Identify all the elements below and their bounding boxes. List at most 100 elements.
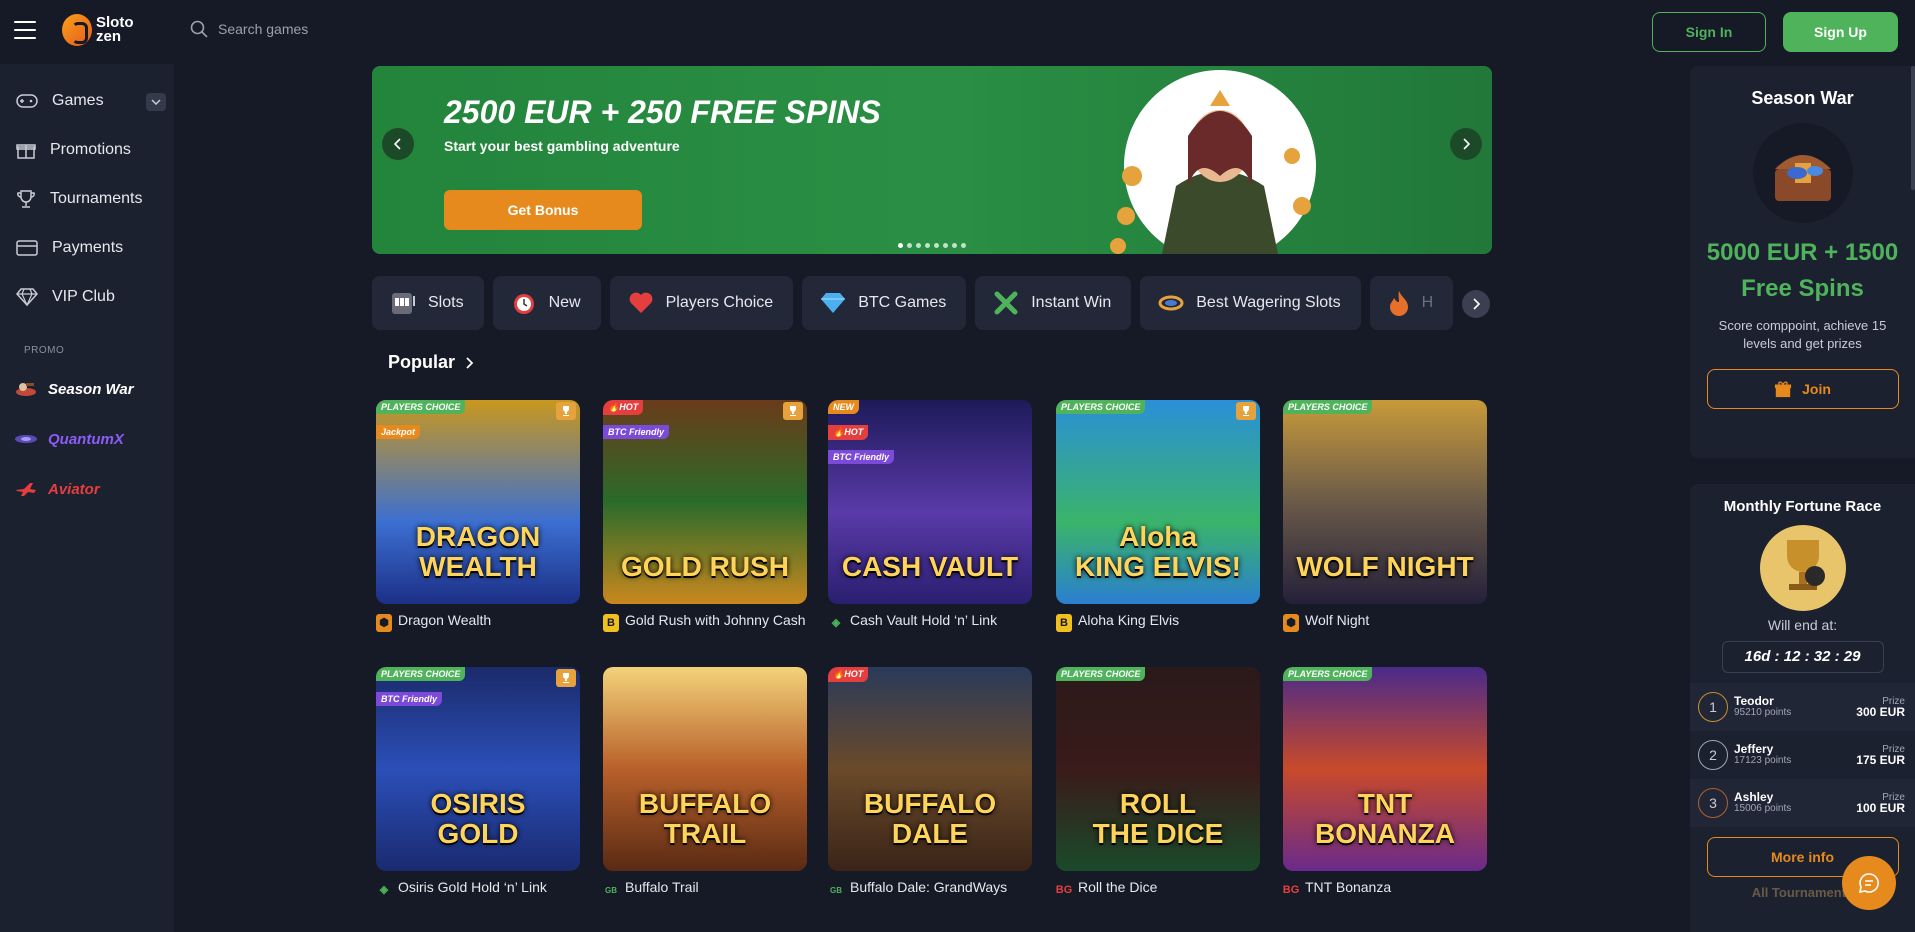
- game-card[interactable]: CASH VAULT NEW 🔥HOT BTC Friendly ◈ Cash Vault…: [828, 400, 1032, 632]
- game-thumbnail[interactable]: WOLF NIGHT PLAYERS CHOICE: [1283, 400, 1487, 604]
- provider-logo-icon: BG: [1282, 883, 1300, 896]
- provider-logo-icon: ◈: [379, 883, 389, 896]
- game-name: Buffalo Trail: [625, 879, 699, 895]
- sidebar-item-tournaments[interactable]: Tournaments: [0, 174, 174, 223]
- carousel-dots[interactable]: [898, 243, 966, 248]
- heart-icon: [629, 292, 652, 313]
- game-thumbnail[interactable]: Aloha KING ELVIS! PLAYERS CHOICE: [1056, 400, 1260, 604]
- slot-machine-icon: [392, 293, 415, 314]
- popular-section-title[interactable]: Popular: [388, 352, 474, 373]
- game-card[interactable]: BUFFALO TRAIL GB Buffalo Trail: [603, 667, 807, 899]
- game-name: Dragon Wealth: [398, 612, 492, 628]
- carousel-dot[interactable]: [961, 243, 966, 248]
- game-thumbnail[interactable]: TNT BONANZA PLAYERS CHOICE: [1283, 667, 1487, 871]
- game-card[interactable]: ROLL THE DICE PLAYERS CHOICE BG Roll the Di…: [1056, 667, 1260, 899]
- carousel-dot[interactable]: [925, 243, 930, 248]
- season-war-panel: Season War 5000 EUR + 1500 Free Spins Sc…: [1690, 66, 1915, 458]
- promo-section-label: PROMO: [24, 345, 65, 356]
- category-slots[interactable]: Slots: [372, 276, 484, 330]
- category-hot[interactable]: H: [1369, 276, 1454, 330]
- game-badge: PLAYERS CHOICE: [1056, 400, 1146, 414]
- chest-icon: [1774, 155, 1831, 201]
- provider-logo-icon: GB: [830, 885, 842, 895]
- search-bar: [190, 20, 518, 38]
- carousel-dot[interactable]: [952, 243, 957, 248]
- game-thumbnail-art: BUFFALO TRAIL: [638, 788, 772, 849]
- game-card[interactable]: OSIRIS GOLD PLAYERS CHOICE BTC Friendly ◈ Os…: [376, 667, 580, 899]
- game-thumbnail[interactable]: BUFFALO TRAIL: [603, 667, 807, 871]
- category-new[interactable]: New: [492, 276, 601, 330]
- banner-next-arrow[interactable]: [1450, 128, 1482, 160]
- category-btc-games[interactable]: BTC Games: [802, 276, 967, 330]
- game-card[interactable]: TNT BONANZA PLAYERS CHOICE BG TNT Bonanza: [1283, 667, 1487, 899]
- carousel-dot[interactable]: [934, 243, 939, 248]
- category-label: BTC Games: [858, 294, 947, 311]
- game-card[interactable]: WOLF NIGHT PLAYERS CHOICE ⬢ Wolf Night: [1283, 400, 1487, 632]
- search-input[interactable]: [218, 21, 518, 37]
- sign-up-button[interactable]: Sign Up: [1783, 12, 1898, 52]
- get-bonus-button[interactable]: Get Bonus: [444, 190, 642, 230]
- categories-next-arrow[interactable]: [1462, 290, 1490, 318]
- category-instant-win[interactable]: Instant Win: [975, 276, 1132, 330]
- sidebar-item-games[interactable]: Games: [0, 76, 174, 125]
- game-name: Osiris Gold Hold ‘n’ Link: [398, 879, 547, 895]
- game-title-row: ⬢ Wolf Night: [1283, 613, 1487, 632]
- scrollbar[interactable]: [1911, 66, 1915, 190]
- game-thumbnail[interactable]: ROLL THE DICE PLAYERS CHOICE: [1056, 667, 1260, 871]
- game-thumbnail[interactable]: DRAGON WEALTH PLAYERS CHOICE Jackpot: [376, 400, 580, 604]
- game-title-row: ⬢ Dragon Wealth: [376, 612, 580, 632]
- rank-laurel-icon: 2: [1698, 740, 1728, 770]
- logo[interactable]: Sloto zen: [62, 14, 134, 46]
- cycle-icon: [1158, 295, 1184, 311]
- game-title-row: B Aloha King Elvis: [1056, 612, 1260, 632]
- sidebar: Games Promotions Tournaments Payments VI…: [0, 64, 174, 932]
- game-name: Buffalo Dale: GrandWays: [850, 879, 1008, 895]
- game-badge: PLAYERS CHOICE: [376, 400, 466, 414]
- game-card[interactable]: BUFFALO DALE 🔥HOT GB Buffalo Dale: GrandWay…: [828, 667, 1032, 899]
- game-thumbnail[interactable]: BUFFALO DALE 🔥HOT: [828, 667, 1032, 871]
- carousel-dot[interactable]: [916, 243, 921, 248]
- provider-logo-icon: B: [603, 614, 619, 632]
- game-thumbnail[interactable]: CASH VAULT NEW 🔥HOT BTC Friendly: [828, 400, 1032, 604]
- category-label: Instant Win: [1031, 294, 1112, 311]
- game-name: Aloha King Elvis: [1078, 612, 1180, 628]
- game-card[interactable]: Aloha KING ELVIS! PLAYERS CHOICE B Aloha Ki…: [1056, 400, 1260, 632]
- game-thumbnail-art: Aloha KING ELVIS!: [1075, 521, 1241, 582]
- join-button-label: Join: [1802, 381, 1831, 397]
- chevron-down-icon[interactable]: [146, 93, 166, 111]
- sidebar-item-vip-club[interactable]: VIP Club: [0, 272, 174, 321]
- rank-number: 2: [1709, 747, 1717, 763]
- sign-in-button[interactable]: Sign In: [1652, 12, 1766, 52]
- game-thumbnail[interactable]: GOLD RUSH 🔥HOT BTC Friendly: [603, 400, 807, 604]
- promo-item-aviator[interactable]: Aviator: [0, 464, 174, 514]
- sidebar-item-label: Payments: [52, 238, 124, 256]
- promo-label-aviator: Aviator: [48, 480, 100, 498]
- game-title-row: GB Buffalo Dale: GrandWays: [828, 879, 1032, 899]
- player-name: Ashley: [1734, 790, 1774, 804]
- chat-button[interactable]: [1842, 856, 1896, 910]
- trophy-icon: [1236, 402, 1256, 420]
- category-best-wagering-slots[interactable]: Best Wagering Slots: [1140, 276, 1361, 330]
- carousel-dot[interactable]: [907, 243, 912, 248]
- promo-item-season-war[interactable]: Season War: [0, 364, 174, 414]
- menu-icon[interactable]: [14, 21, 36, 39]
- banner-prev-arrow[interactable]: [382, 128, 414, 160]
- game-badge: BTC Friendly: [603, 425, 670, 439]
- game-card[interactable]: GOLD RUSH 🔥HOT BTC Friendly B Gold Rush with…: [603, 400, 807, 632]
- game-card[interactable]: DRAGON WEALTH PLAYERS CHOICE Jackpot ⬢ Drago…: [376, 400, 580, 632]
- sidebar-item-payments[interactable]: Payments: [0, 223, 174, 272]
- join-button[interactable]: Join: [1706, 369, 1899, 409]
- game-badge: PLAYERS CHOICE: [376, 667, 466, 681]
- prize-value: 300 EUR: [1856, 704, 1905, 719]
- gift-icon: [1775, 381, 1792, 398]
- carousel-dot[interactable]: [943, 243, 948, 248]
- promo-banner[interactable]: 2500 EUR + 250 FREE SPINS Start your bes…: [372, 66, 1492, 254]
- promo-item-quantumx[interactable]: QuantumX: [0, 414, 174, 464]
- game-thumbnail[interactable]: OSIRIS GOLD PLAYERS CHOICE BTC Friendly: [376, 667, 580, 871]
- season-war-description: Score comppoint, achieve 15 levels and g…: [1718, 318, 1887, 351]
- category-players-choice[interactable]: Players Choice: [609, 276, 794, 330]
- carousel-dot[interactable]: [898, 243, 903, 248]
- sidebar-item-promotions[interactable]: Promotions: [0, 125, 174, 174]
- game-thumbnail-art: BUFFALO DALE: [863, 788, 997, 849]
- game-thumbnail-art: WOLF NIGHT: [1296, 551, 1474, 582]
